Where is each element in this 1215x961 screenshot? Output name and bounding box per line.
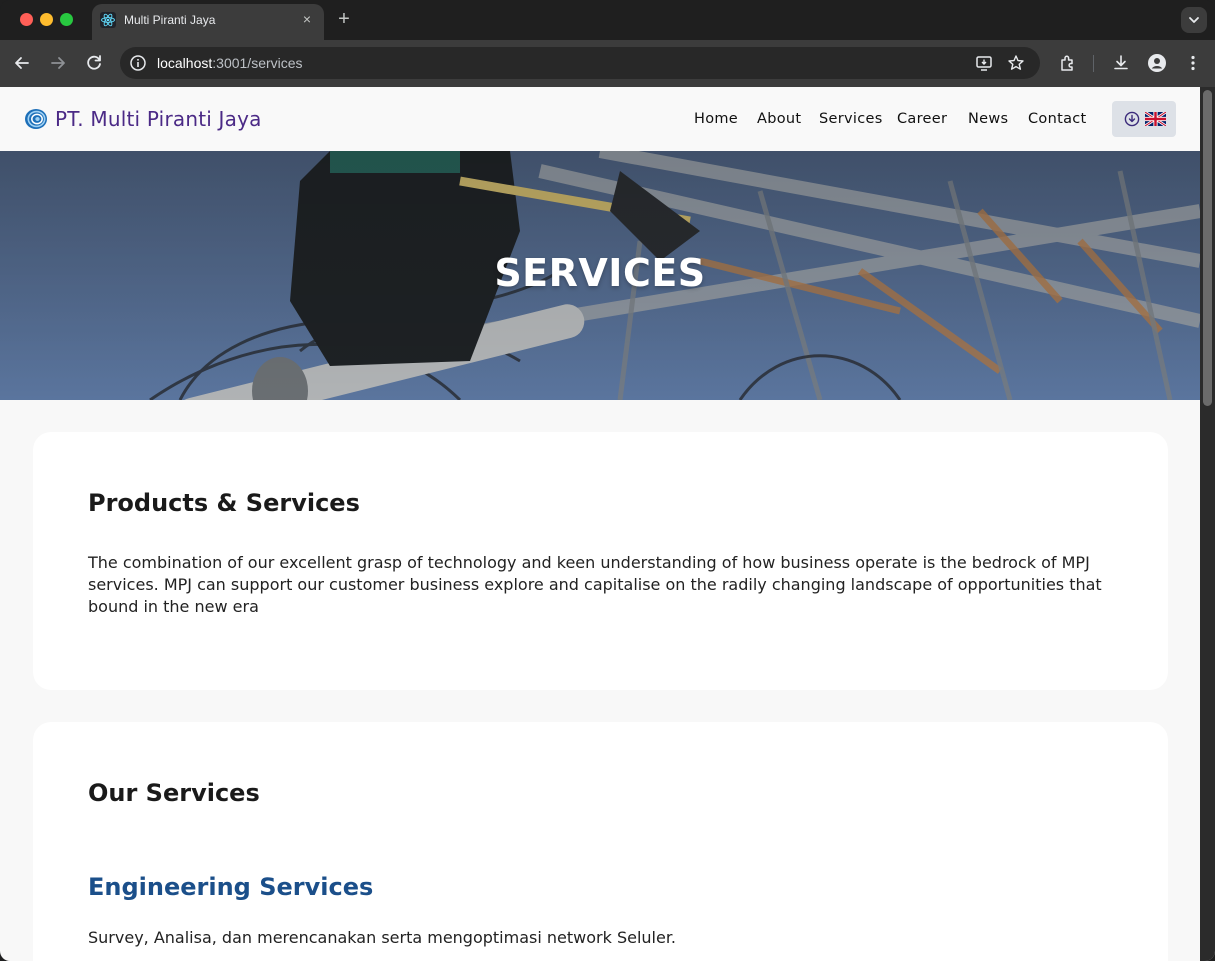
new-tab-button[interactable]: + [334, 8, 354, 32]
profile-avatar-icon[interactable] [1147, 53, 1167, 73]
site-info-icon[interactable] [128, 53, 148, 73]
url-host: localhost [157, 55, 213, 71]
uk-flag-icon [1145, 112, 1166, 126]
hero-banner: SERVICES [0, 151, 1200, 400]
nav-services[interactable]: Services [819, 111, 883, 127]
nav-contact[interactable]: Contact [1028, 111, 1087, 127]
service-description-engineering: Survey, Analisa, dan merencanakan serta … [88, 928, 677, 947]
products-services-title: Products & Services [88, 489, 360, 517]
language-selector-button[interactable] [1112, 101, 1176, 137]
install-app-icon[interactable] [975, 54, 993, 72]
company-logo-icon[interactable] [24, 108, 48, 130]
maximize-window-button[interactable] [60, 13, 73, 26]
tab-strip: Multi Piranti Jaya × + [0, 0, 1215, 40]
site-header: PT. Multi Piranti Jaya Home About Servic… [0, 87, 1200, 151]
browser-toolbar: localhost:3001/services [0, 40, 1215, 87]
scrollbar-thumb[interactable] [1203, 90, 1212, 406]
downloads-icon[interactable] [1111, 53, 1131, 73]
page-scrollbar[interactable] [1200, 87, 1215, 961]
toolbar-divider [1093, 55, 1094, 72]
close-window-button[interactable] [20, 13, 33, 26]
nav-news[interactable]: News [968, 111, 1008, 127]
service-title-engineering: Engineering Services [88, 873, 374, 901]
tab-title: Multi Piranti Jaya [124, 13, 216, 27]
url-path: :3001/services [212, 55, 303, 71]
react-favicon-icon [100, 12, 116, 28]
bookmark-star-icon[interactable] [1007, 54, 1025, 72]
browser-tab[interactable]: Multi Piranti Jaya × [92, 4, 324, 40]
menu-kebab-icon[interactable] [1183, 53, 1203, 73]
forward-icon[interactable] [46, 51, 70, 75]
chevron-down-circle-icon [1124, 111, 1140, 127]
hero-title: SERVICES [494, 251, 706, 295]
minimize-window-button[interactable] [40, 13, 53, 26]
our-services-card: Our Services Engineering Services Survey… [33, 722, 1168, 961]
browser-window: Multi Piranti Jaya × + localhost:3001/se… [0, 0, 1215, 961]
tab-search-button[interactable] [1181, 7, 1207, 33]
url-text: localhost:3001/services [157, 55, 303, 71]
page-viewport: PT. Multi Piranti Jaya Home About Servic… [0, 87, 1215, 961]
products-services-text: The combination of our excellent grasp o… [88, 553, 1102, 616]
tab-close-icon[interactable]: × [298, 10, 316, 28]
nav-about[interactable]: About [757, 111, 801, 127]
reload-icon[interactable] [82, 51, 106, 75]
chevron-down-icon [1189, 17, 1199, 23]
our-services-title: Our Services [88, 779, 260, 807]
products-services-card: Products & Services The combination of o… [33, 432, 1168, 690]
nav-home[interactable]: Home [694, 111, 738, 127]
address-bar[interactable]: localhost:3001/services [120, 47, 1040, 79]
brand-name[interactable]: PT. Multi Piranti Jaya [55, 107, 262, 131]
extensions-icon[interactable] [1058, 53, 1078, 73]
nav-career[interactable]: Career [897, 111, 947, 127]
back-icon[interactable] [10, 51, 34, 75]
